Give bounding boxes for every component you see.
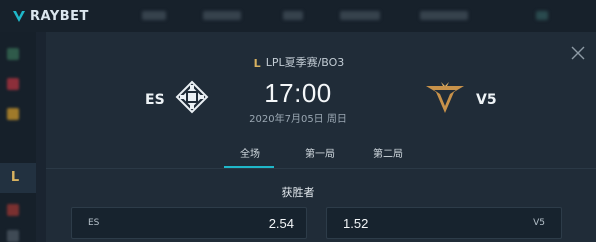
tab-game-2[interactable]: 第二局: [373, 145, 403, 160]
odds-button-away[interactable]: 1.52 V5: [326, 207, 562, 239]
match-date: 2020年7月05日 周日: [249, 114, 347, 125]
odds-option-label: V5: [533, 218, 545, 228]
lol-icon: L: [10, 170, 20, 185]
odds-option-label: ES: [88, 218, 100, 228]
market-title: 获胜者: [281, 186, 315, 199]
app-root: RAYBET L L LPL夏季赛/BO3 ES 17:00 2020年7月05…: [0, 0, 596, 242]
raybet-logo-icon: [13, 11, 25, 22]
game-icon[interactable]: [7, 230, 19, 242]
top-nav: RAYBET: [0, 0, 596, 32]
odds-button-home[interactable]: ES 2.54: [71, 207, 307, 239]
nav-item-blurred[interactable]: [142, 11, 166, 20]
tab-game-1[interactable]: 第一局: [305, 145, 335, 160]
tabs-divider: [46, 168, 596, 169]
v5-team-logo-icon: [426, 82, 464, 113]
away-team-name: V5: [476, 92, 497, 108]
game-icon[interactable]: [7, 204, 19, 216]
odds-value: 1.52: [343, 216, 369, 231]
tab-full-match[interactable]: 全场: [240, 145, 260, 160]
period-tabs: 全场 第一局 第二局: [46, 140, 596, 168]
brand-logo[interactable]: RAYBET: [12, 9, 89, 24]
nav-item-blurred[interactable]: [283, 11, 303, 20]
brand-name: RAYBET: [30, 8, 89, 24]
odds-value: 2.54: [268, 216, 294, 231]
match-time: 17:00: [264, 78, 332, 108]
nav-item-blurred[interactable]: [203, 11, 241, 20]
nav-item-blurred[interactable]: [536, 11, 548, 20]
league-label: L LPL夏季赛/BO3: [0, 54, 596, 70]
lol-icon: L: [253, 57, 261, 70]
nav-item-blurred[interactable]: [340, 11, 380, 20]
league-text: LPL夏季赛/BO3: [265, 56, 345, 69]
nav-item-blurred[interactable]: [420, 11, 468, 20]
